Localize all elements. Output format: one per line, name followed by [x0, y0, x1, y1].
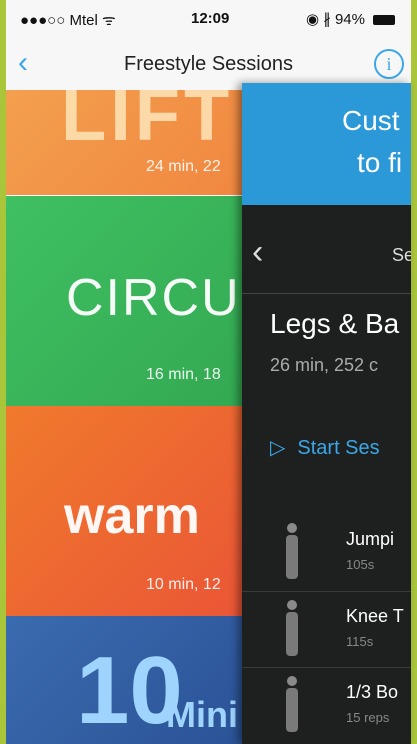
session-meta: 10 min, 12 — [146, 576, 221, 593]
divider — [242, 293, 411, 294]
exercise-row[interactable]: Knee T 115s — [242, 591, 411, 668]
banner-line-1: Cust — [342, 105, 400, 136]
session-detail-overlay: Cust to fi ‹ Se Legs & Ba 26 min, 252 c … — [242, 83, 411, 744]
exercise-name: Jumpi — [346, 529, 395, 549]
exercise-name: 1/3 Bo — [346, 682, 399, 702]
banner-line-2: to fi — [357, 147, 403, 178]
battery-icon — [373, 15, 396, 26]
bluetooth-icon: ∦ — [323, 11, 331, 28]
play-icon: ▷ — [270, 437, 286, 459]
start-session-label: Start Ses — [297, 437, 380, 459]
status-time: 12:09 — [191, 10, 230, 27]
status-right: ◉ ∦ 94% — [306, 10, 396, 28]
info-icon[interactable]: i — [374, 49, 404, 79]
exercise-duration: 15 reps — [346, 710, 390, 725]
exercise-duration: 115s — [346, 634, 374, 649]
exercise-name: Knee T — [346, 606, 404, 626]
battery-percent: 94% — [334, 11, 365, 28]
session-meta: 16 min, 18 — [146, 366, 221, 383]
detail-header: Se — [392, 245, 411, 265]
session-meta: 24 min, 22 — [146, 158, 221, 175]
exercise-duration: 105s — [346, 557, 375, 572]
exercise-row[interactable]: Jumpi 105s — [242, 515, 411, 591]
promo-banner: Cust to fi — [242, 83, 411, 205]
exercise-row[interactable]: 1/3 Bo 15 reps — [242, 667, 411, 744]
back-chevron-icon[interactable]: ‹ — [252, 233, 263, 272]
exercise-figure-icon — [280, 676, 304, 734]
alarm-icon: ◉ — [306, 11, 320, 28]
session-title: CIRCUI — [66, 269, 258, 327]
exercise-figure-icon — [280, 523, 304, 581]
workout-subtitle: 26 min, 252 c — [270, 355, 379, 375]
page-title: Freestyle Sessions — [124, 53, 293, 75]
status-bar: ●●●○○ Mtel ᯤ 12:09 ◉ ∦ 94% — [6, 0, 411, 38]
exercise-figure-icon — [280, 600, 304, 658]
start-session-button[interactable]: ▷ Start Ses — [270, 435, 380, 460]
session-title: warm — [64, 487, 200, 545]
workout-title: Legs & Ba — [270, 308, 400, 339]
session-title: LIFT — [61, 90, 234, 156]
carrier-signal: ●●●○○ Mtel ᯤ — [20, 12, 116, 29]
session-title-small: Mini — [166, 694, 238, 735]
